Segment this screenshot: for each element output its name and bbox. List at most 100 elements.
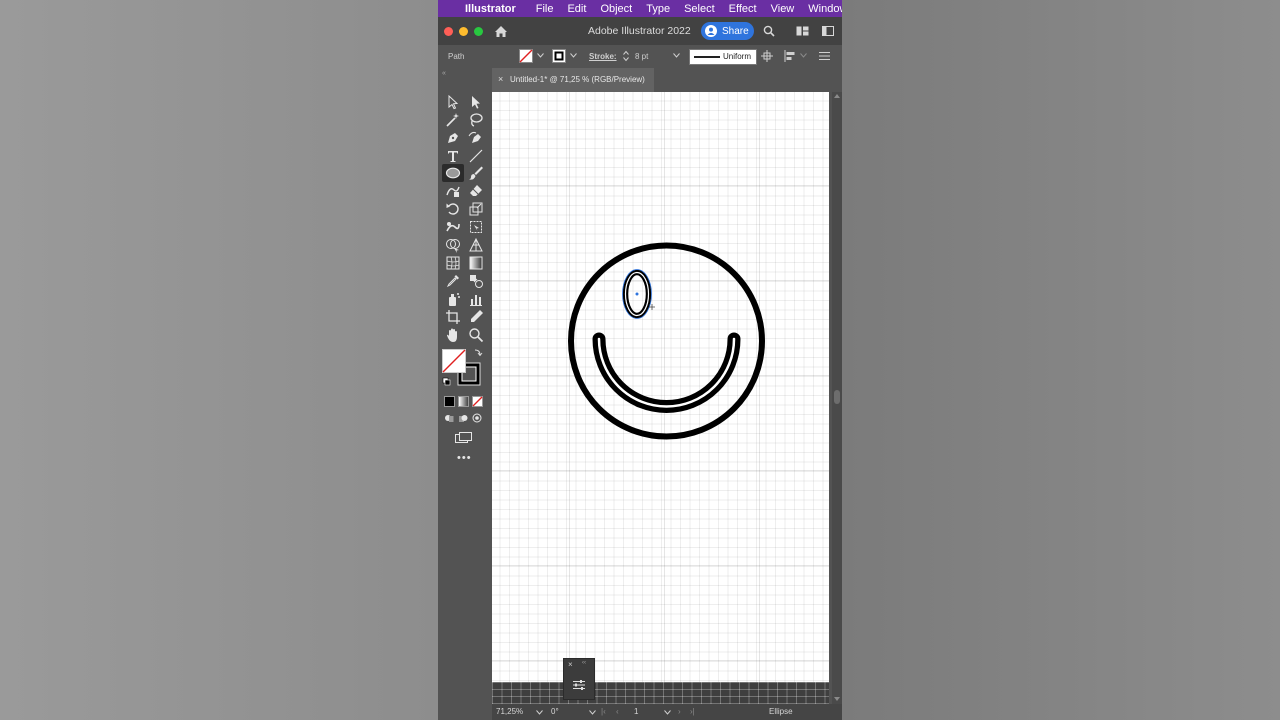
symbol-sprayer-tool-icon[interactable] (445, 291, 461, 307)
share-button[interactable]: Share (701, 22, 754, 40)
next-artboard-icon[interactable]: › (678, 707, 681, 716)
arrange-documents-icon[interactable] (796, 26, 809, 36)
chevron-down-icon[interactable] (537, 53, 544, 58)
properties-sliders-icon[interactable] (572, 679, 586, 691)
close-panel-icon[interactable]: × (568, 660, 573, 669)
search-icon[interactable] (763, 25, 775, 37)
align-objects-icon[interactable] (784, 50, 797, 62)
smiley-artwork[interactable] (492, 92, 829, 682)
zoom-level-field[interactable]: 71,25% (496, 707, 523, 716)
menu-effect[interactable]: Effect (729, 3, 757, 15)
smile-path[interactable] (592, 332, 741, 413)
minimize-window-button[interactable] (459, 27, 468, 36)
artboard-number-field[interactable]: 1 (634, 707, 638, 716)
shaper-tool-icon[interactable] (445, 183, 461, 199)
profile-line-preview (694, 56, 720, 58)
curvature-tool-icon[interactable] (468, 130, 484, 146)
chevron-down-icon[interactable] (536, 710, 543, 715)
chevron-down-icon[interactable] (589, 710, 596, 715)
home-icon[interactable] (494, 25, 508, 38)
scroll-down-icon[interactable] (834, 697, 840, 701)
column-graph-tool-icon[interactable] (468, 291, 484, 307)
warp-tool-icon[interactable] (445, 219, 461, 235)
edit-toolbar-icon[interactable]: ••• (457, 452, 472, 464)
eraser-tool-icon[interactable] (468, 183, 484, 199)
lasso-tool-icon[interactable] (468, 112, 484, 128)
menu-object[interactable]: Object (600, 3, 632, 15)
rotation-field[interactable]: 0° (551, 707, 559, 716)
center-point-marker (635, 292, 639, 296)
shape-builder-tool-icon[interactable] (445, 237, 461, 253)
stroke-swatch-icon[interactable] (552, 49, 566, 63)
fill-none-swatch-icon[interactable] (519, 49, 533, 63)
menu-window[interactable]: Window (808, 3, 842, 15)
screen-mode-icon[interactable] (455, 432, 473, 444)
vertical-scrollbar[interactable] (832, 92, 842, 704)
share-person-icon (705, 25, 717, 37)
direct-selection-tool-icon[interactable] (468, 94, 484, 110)
draw-normal-icon[interactable] (444, 413, 454, 423)
variable-width-profile-dropdown[interactable]: Uniform (689, 49, 757, 65)
previous-artboard-icon[interactable]: ‹ (616, 707, 619, 716)
scrollbar-thumb[interactable] (834, 390, 840, 404)
document-tab[interactable]: × Untitled-1* @ 71,25 % (RGB/Preview) (492, 68, 654, 92)
collapse-panel-icon[interactable]: ‹‹ (582, 660, 586, 666)
recolor-artwork-icon[interactable] (760, 50, 774, 62)
rotate-tool-icon[interactable] (445, 201, 461, 217)
line-segment-tool-icon[interactable] (468, 148, 484, 164)
ellipse-tool-icon[interactable] (445, 165, 461, 181)
mesh-tool-icon[interactable] (445, 255, 461, 271)
last-artboard-icon[interactable]: ›| (690, 707, 695, 716)
draw-behind-icon[interactable] (458, 413, 468, 423)
chevron-down-icon[interactable] (570, 53, 577, 58)
first-artboard-icon[interactable]: |‹ (601, 707, 606, 716)
color-mode-button[interactable] (444, 396, 455, 407)
app-menu[interactable]: Illustrator (465, 3, 516, 15)
scroll-up-icon[interactable] (834, 94, 840, 98)
paintbrush-tool-icon[interactable] (468, 165, 484, 181)
selection-tool-icon[interactable] (445, 94, 461, 110)
menu-file[interactable]: File (536, 3, 554, 15)
none-mode-button[interactable] (472, 396, 483, 407)
workspace-switcher-icon[interactable] (822, 26, 834, 36)
zoom-window-button[interactable] (474, 27, 483, 36)
draw-inside-icon[interactable] (472, 413, 482, 423)
canvas-area[interactable] (492, 92, 842, 704)
close-tab-icon[interactable]: × (498, 74, 503, 84)
menu-select[interactable]: Select (684, 3, 715, 15)
stroke-panel-link[interactable]: Stroke: (589, 52, 617, 61)
gradient-mode-button[interactable] (458, 396, 469, 407)
pen-tool-icon[interactable] (445, 130, 461, 146)
tools-panel: « ••• (438, 68, 493, 720)
menu-type[interactable]: Type (646, 3, 670, 15)
close-window-button[interactable] (444, 27, 453, 36)
chevron-down-icon[interactable] (800, 53, 807, 58)
collapse-panel-icon[interactable]: « (442, 70, 446, 77)
slice-tool-icon[interactable] (468, 309, 484, 325)
fill-stroke-widget[interactable] (442, 349, 486, 389)
artboard[interactable] (492, 92, 829, 682)
type-tool-icon[interactable] (445, 148, 461, 164)
perspective-grid-tool-icon[interactable] (468, 237, 484, 253)
pasteboard-grid (492, 682, 829, 704)
hand-tool-icon[interactable] (445, 327, 461, 343)
gradient-tool-icon[interactable] (468, 255, 484, 271)
artboard-tool-icon[interactable] (445, 309, 461, 325)
free-transform-tool-icon[interactable] (468, 219, 484, 235)
control-bar-menu-icon[interactable] (819, 51, 830, 61)
chevron-down-icon[interactable] (664, 710, 671, 715)
magic-wand-tool-icon[interactable] (445, 112, 461, 128)
menu-view[interactable]: View (771, 3, 795, 15)
menu-bar: Illustrator File Edit Object Type Select… (438, 0, 842, 17)
profile-label: Uniform (723, 52, 752, 61)
title-bar: Adobe Illustrator 2022 Share (438, 17, 842, 45)
zoom-tool-icon[interactable] (468, 327, 484, 343)
floating-properties-panel[interactable]: × ‹‹ (563, 658, 595, 700)
menu-edit[interactable]: Edit (567, 3, 586, 15)
blend-tool-icon[interactable] (468, 273, 484, 289)
stroke-weight-stepper-icon[interactable] (623, 50, 629, 62)
stroke-weight-field[interactable]: 8 pt (635, 52, 648, 61)
chevron-down-icon[interactable] (673, 53, 680, 58)
scale-tool-icon[interactable] (468, 201, 484, 217)
eyedropper-tool-icon[interactable] (445, 273, 461, 289)
